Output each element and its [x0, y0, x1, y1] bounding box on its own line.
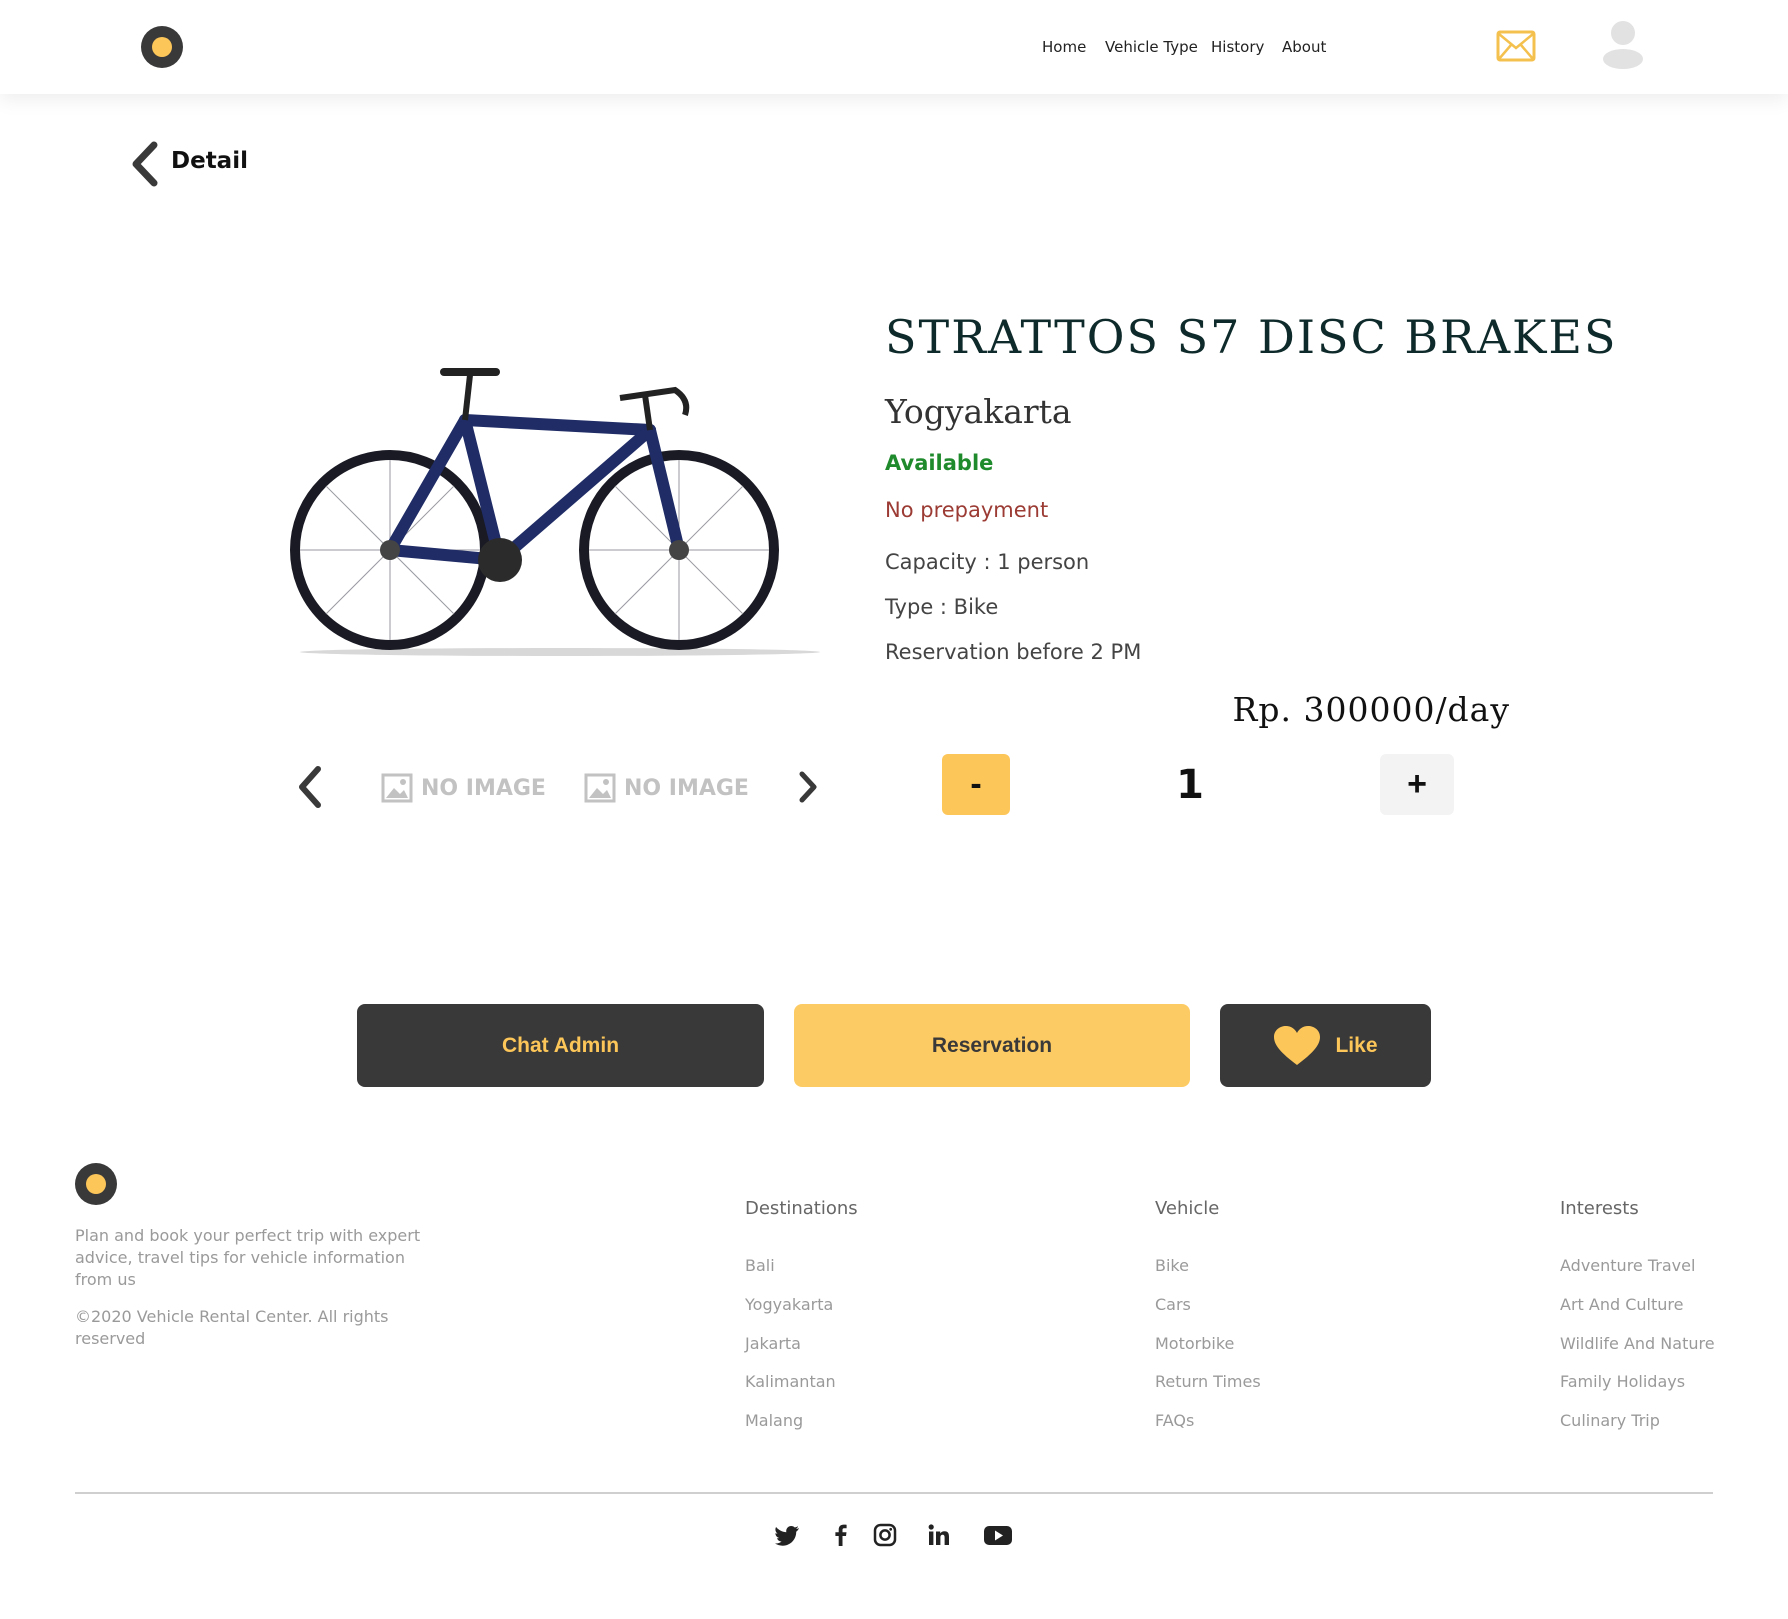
- reservation-note: Reservation before 2 PM: [885, 640, 1142, 664]
- no-image-label: NO IMAGE: [421, 775, 546, 801]
- footer-link[interactable]: Return Times: [1155, 1372, 1261, 1391]
- no-image-label: NO IMAGE: [624, 775, 749, 801]
- footer-link[interactable]: FAQs: [1155, 1411, 1194, 1430]
- footer-link[interactable]: Culinary Trip: [1560, 1411, 1660, 1430]
- footer-link[interactable]: Family Holidays: [1560, 1372, 1685, 1391]
- image-placeholder-icon: [381, 773, 413, 803]
- nav-about[interactable]: About: [1282, 38, 1326, 56]
- footer-link[interactable]: Art And Culture: [1560, 1295, 1683, 1314]
- footer-link[interactable]: Kalimantan: [745, 1372, 836, 1391]
- footer-link[interactable]: Motorbike: [1155, 1334, 1234, 1353]
- instagram-icon[interactable]: [872, 1522, 898, 1548]
- footer-description: Plan and book your perfect trip with exp…: [75, 1226, 421, 1289]
- nav-vehicle-type[interactable]: Vehicle Type: [1105, 38, 1198, 56]
- youtube-icon[interactable]: [983, 1522, 1013, 1548]
- footer-divider: [75, 1492, 1713, 1494]
- chat-admin-button[interactable]: Chat Admin: [357, 1004, 764, 1087]
- nav-history[interactable]: History: [1211, 38, 1264, 56]
- back-chevron-icon[interactable]: [128, 140, 162, 188]
- mail-icon[interactable]: [1496, 30, 1536, 62]
- facebook-icon[interactable]: [828, 1522, 854, 1548]
- prepayment-note: No prepayment: [885, 498, 1049, 522]
- footer-col-interests-title: Interests: [1560, 1198, 1639, 1219]
- capacity-text: Capacity : 1 person: [885, 550, 1090, 574]
- chat-admin-label: Chat Admin: [501, 1033, 620, 1057]
- footer-link[interactable]: Yogyakarta: [745, 1295, 833, 1314]
- price: Rp. 300000/day: [1232, 690, 1510, 729]
- type-text: Type : Bike: [885, 595, 999, 619]
- decrease-quantity-button[interactable]: -: [942, 754, 1010, 815]
- like-label: Like: [1335, 1033, 1378, 1057]
- image-placeholder-icon: [584, 773, 616, 803]
- quantity-value: 1: [1176, 762, 1204, 808]
- footer-link[interactable]: Cars: [1155, 1295, 1191, 1314]
- page-title: Detail: [171, 148, 248, 174]
- footer-col-vehicle-title: Vehicle: [1155, 1198, 1220, 1219]
- linkedin-icon[interactable]: [926, 1522, 952, 1548]
- vehicle-name: STRATTOS S7 DISC BRAKES: [885, 310, 1618, 364]
- availability-status: Available: [885, 451, 994, 475]
- like-button[interactable]: Like: [1220, 1004, 1431, 1087]
- footer-link[interactable]: Malang: [745, 1411, 803, 1430]
- logo[interactable]: [141, 26, 183, 68]
- footer-logo[interactable]: [75, 1163, 117, 1205]
- gallery-thumbnail[interactable]: NO IMAGE: [584, 772, 749, 804]
- increase-quantity-button[interactable]: +: [1380, 754, 1454, 815]
- avatar-icon[interactable]: [1602, 19, 1644, 69]
- twitter-icon[interactable]: [775, 1522, 801, 1548]
- footer-link[interactable]: Adventure Travel: [1560, 1256, 1695, 1275]
- top-navbar: Home Vehicle Type History About: [0, 0, 1788, 94]
- footer-copyright: ©2020 Vehicle Rental Center. All rights …: [75, 1307, 389, 1348]
- footer-link[interactable]: Bali: [745, 1256, 775, 1275]
- gallery-thumbnail[interactable]: NO IMAGE: [381, 772, 546, 804]
- footer-link[interactable]: Wildlife And Nature: [1560, 1334, 1715, 1353]
- reservation-label: Reservation: [931, 1033, 1053, 1057]
- nav-home[interactable]: Home: [1042, 38, 1086, 56]
- heart-icon: [1274, 1025, 1321, 1065]
- footer-link[interactable]: Bike: [1155, 1256, 1189, 1275]
- footer-col-destinations-title: Destinations: [745, 1198, 858, 1219]
- gallery-next-icon[interactable]: [796, 770, 820, 804]
- vehicle-city: Yogyakarta: [885, 392, 1072, 431]
- bike-image: [290, 368, 820, 656]
- gallery-prev-icon[interactable]: [295, 764, 325, 810]
- footer-link[interactable]: Jakarta: [745, 1334, 801, 1353]
- reservation-button[interactable]: Reservation: [794, 1004, 1190, 1087]
